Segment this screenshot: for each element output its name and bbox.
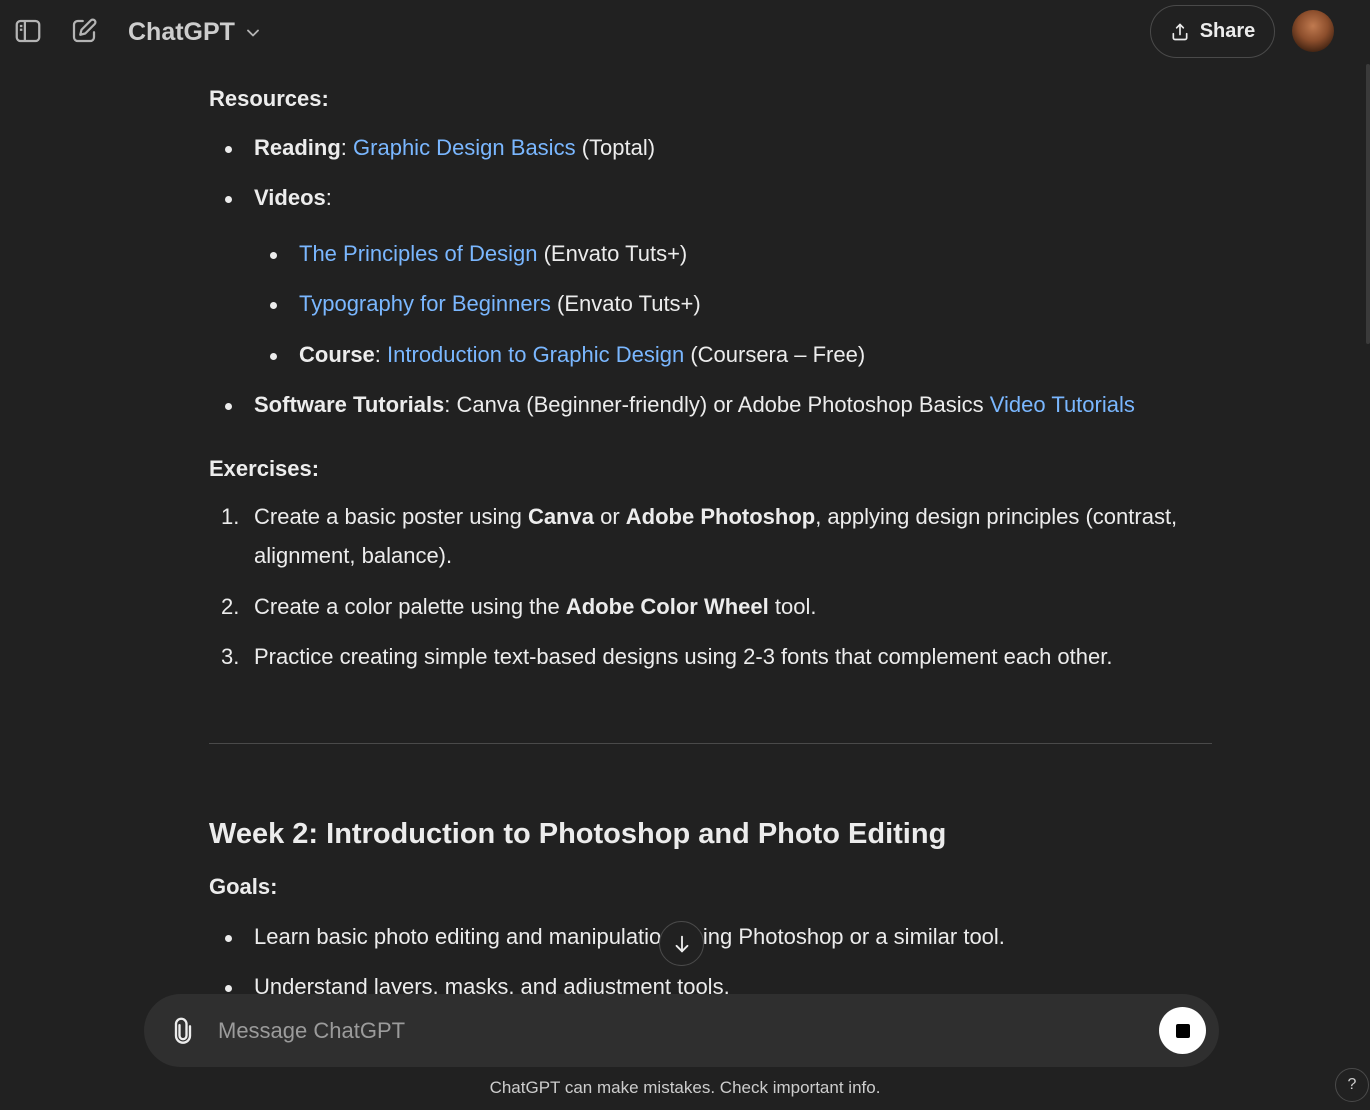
message-composer	[144, 994, 1219, 1067]
arrow-down-icon	[675, 935, 688, 952]
attach-button[interactable]	[166, 1014, 200, 1048]
typography-for-beginners-link[interactable]: Typography for Beginners	[299, 291, 551, 316]
item-label: Software Tutorials	[254, 392, 445, 417]
resources-heading: Resources:	[209, 86, 329, 111]
video-tutorials-link[interactable]: Video Tutorials	[990, 392, 1135, 417]
list-item: Videos: The Principles of Design (Envato…	[209, 183, 1214, 370]
item-bold: Canva	[527, 504, 594, 529]
list-item: 1. Create a basic poster using Canva or A…	[209, 497, 1214, 575]
paperclip-icon	[174, 1017, 192, 1044]
assistant-message: Resources: Reading: Graphic Design Basic…	[209, 84, 1214, 676]
model-name: ChatGPT	[128, 17, 235, 46]
item-text: Create a color palette using the	[254, 594, 566, 619]
item-bold: Adobe Color Wheel	[565, 594, 769, 619]
resources-list: Reading: Graphic Design Basics (Toptal) …	[209, 133, 1214, 420]
item-bold: Adobe Photoshop	[625, 504, 816, 529]
goals-section: Goals: Learn basic photo editing and man…	[209, 872, 1214, 1002]
week-2-heading: Week 2: Introduction to Photoshop and Ph…	[209, 818, 947, 850]
item-number: 1.	[221, 504, 240, 529]
item-label: Reading	[254, 135, 341, 160]
list-item: Course: Introduction to Graphic Design (…	[254, 340, 1214, 370]
item-text: or	[593, 504, 626, 529]
section-divider	[209, 743, 1212, 744]
share-button[interactable]: Share	[1150, 5, 1275, 58]
list-item: Software Tutorials: Canva (Beginner-frie…	[209, 390, 1214, 420]
item-text: tool.	[768, 594, 817, 619]
videos-list: The Principles of Design (Envato Tuts+) …	[254, 239, 1214, 370]
list-item: Reading: Graphic Design Basics (Toptal)	[209, 133, 1214, 163]
scroll-to-bottom-button[interactable]	[659, 921, 704, 966]
chat-app: ChatGPT Share Resources: Reading: Graphi…	[0, 0, 1370, 1110]
list-item: Learn basic photo editing and manipulati…	[209, 922, 1214, 952]
exercises-list: 1. Create a basic poster using Canva or A…	[209, 497, 1214, 676]
item-suffix: (Toptal)	[575, 135, 656, 160]
item-number: 2.	[221, 594, 240, 619]
user-avatar[interactable]	[1292, 10, 1334, 52]
help-button[interactable]: ?	[1335, 1068, 1369, 1102]
sidebar-toggle-icon[interactable]	[11, 14, 45, 48]
item-text: Learn basic photo editing and manipulati…	[254, 924, 1005, 949]
stop-icon	[1175, 1023, 1190, 1038]
stop-generating-button[interactable]	[1159, 1007, 1206, 1054]
scrollbar[interactable]	[1366, 64, 1370, 344]
intro-graphic-design-link[interactable]: Introduction to Graphic Design	[387, 342, 684, 367]
model-selector[interactable]: ChatGPT	[128, 14, 263, 50]
item-suffix: (Coursera – Free)	[684, 342, 866, 367]
disclaimer-text: ChatGPT can make mistakes. Check importa…	[489, 1078, 881, 1097]
list-item: 3. Practice creating simple text-based de…	[209, 637, 1214, 676]
exercises-heading: Exercises:	[209, 456, 320, 481]
new-chat-icon[interactable]	[67, 14, 101, 48]
graphic-design-basics-link[interactable]: Graphic Design Basics	[353, 135, 576, 160]
list-item: 2. Create a color palette using the Adobe…	[209, 587, 1214, 626]
item-suffix: (Envato Tuts+)	[550, 291, 701, 316]
top-bar: ChatGPT Share	[0, 0, 1370, 64]
goals-list: Learn basic photo editing and manipulati…	[209, 922, 1214, 1002]
item-label: Course	[299, 342, 375, 367]
item-number: 3.	[221, 644, 240, 669]
item-text: Practice creating simple text-based desi…	[254, 644, 1113, 669]
share-icon	[1172, 23, 1188, 40]
list-item: The Principles of Design (Envato Tuts+)	[254, 239, 1214, 269]
principles-of-design-link[interactable]: The Principles of Design	[299, 241, 537, 266]
chevron-down-icon	[247, 29, 259, 37]
item-suffix: (Envato Tuts+)	[537, 241, 688, 266]
item-text: Canva (Beginner-friendly) or Adobe Photo…	[450, 392, 990, 417]
item-label: Videos	[254, 185, 326, 210]
message-input[interactable]	[216, 1012, 1136, 1050]
goals-heading: Goals:	[209, 874, 278, 899]
item-text: Create a basic poster using	[254, 504, 528, 529]
list-item: Typography for Beginners (Envato Tuts+)	[254, 289, 1214, 319]
share-label: Share	[1199, 20, 1256, 42]
